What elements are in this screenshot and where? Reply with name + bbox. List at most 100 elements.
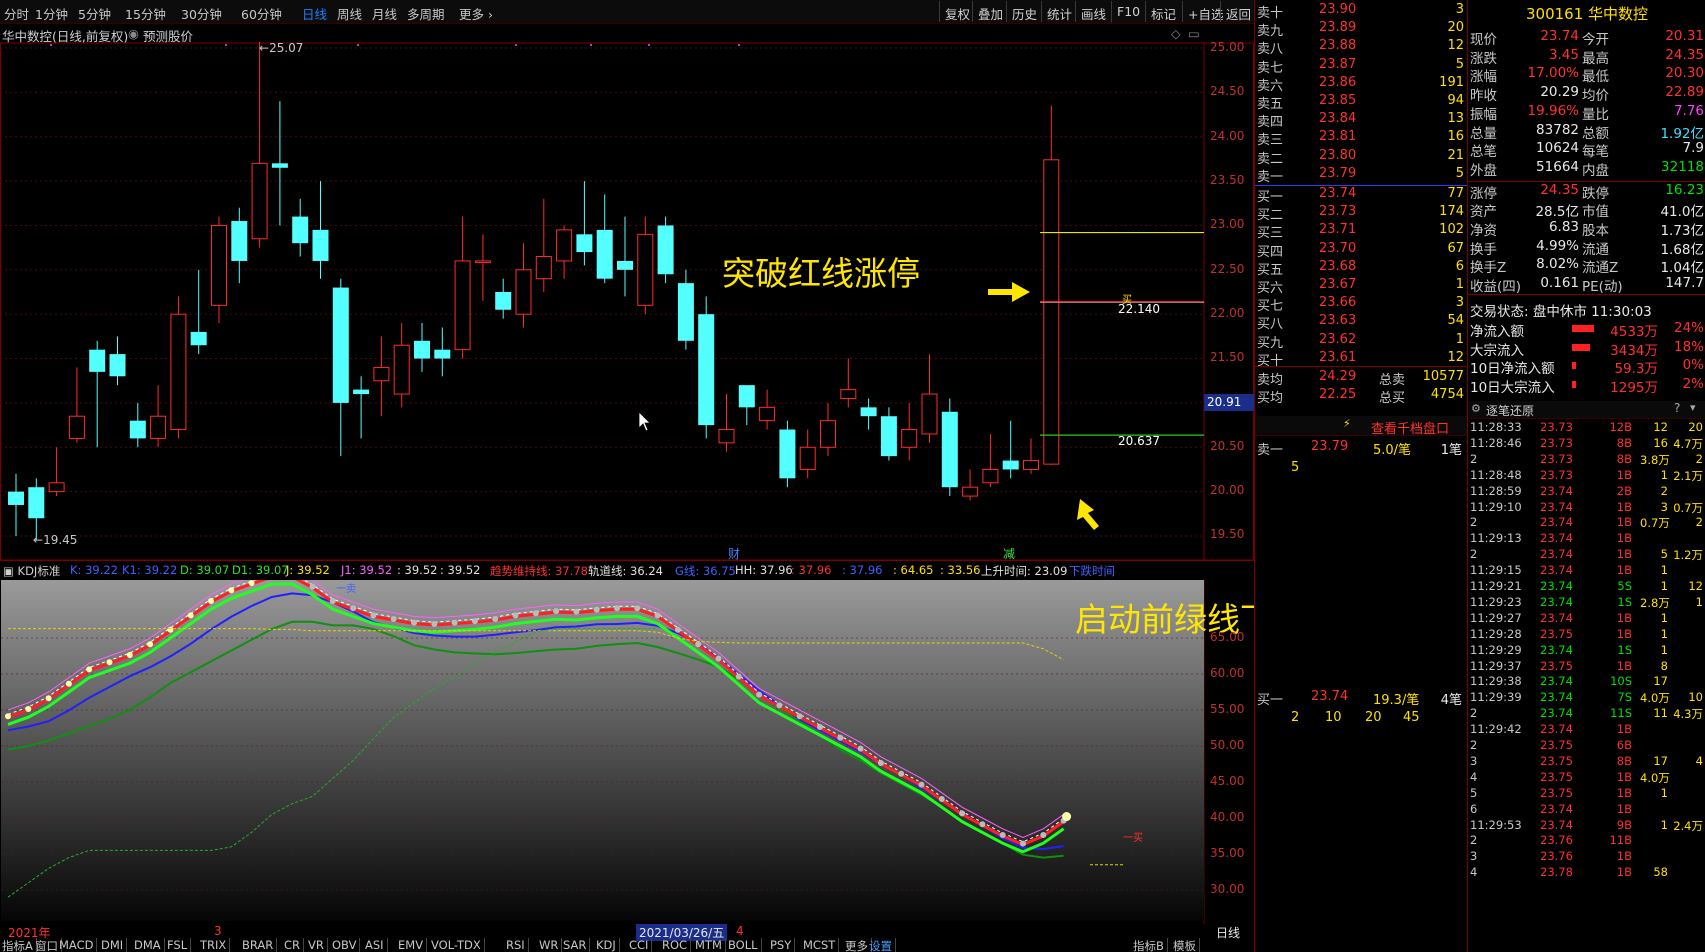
info-row: 资产 28.5亿 市值 41.0亿 [1470,204,1704,221]
order-book: 卖十 23.90 3 卖九 23.89 20 卖八 23.88 12 卖七 23.87 5 卖六 23.8… [1254,0,1468,416]
tick-row[interactable]: 2 23.74 1B 5 1.2万 [1468,547,1705,563]
tick-list[interactable]: ⚙ 逐笔还原 ? ▾ 11:28:33 23.73 12B 12 20 11:28:46 2… [1467,401,1705,952]
indicator-tab-22[interactable]: BOLL [728,938,762,952]
tick-row[interactable]: 11:29:28 23.75 1B 1 [1468,627,1705,643]
indicator-tab-3[interactable]: MACD [59,938,98,952]
indicator-tab-14[interactable]: VOL-TDX [431,938,485,952]
indicator-tab-1[interactable]: 指标A [2,938,37,952]
kdj-dot [106,659,113,666]
buy-row: 买一 23.74 77 [1257,186,1464,205]
tick-row[interactable]: 11:29:13 23.74 1B [1468,531,1705,547]
tick-row[interactable]: 4 23.78 1B 58 [1468,865,1705,881]
info-row: 现价 23.74 今开 20.31 [1470,28,1704,48]
avg-buy-row: 买均 22.25 总买 4754 [1257,387,1464,406]
tick-row[interactable]: 6 23.74 1B [1468,802,1705,818]
tick-row[interactable]: 3 23.75 8B 17 4 [1468,754,1705,770]
tab-template[interactable]: 模板 [1173,938,1200,952]
kdj-dot [5,713,11,720]
tick-row[interactable]: 11:28:48 23.73 1B 1 2.1万 [1468,468,1705,484]
indicator-tab-21[interactable]: MTM [695,938,726,952]
candle-up [211,224,227,306]
sell-row: 卖五 23.85 94 [1257,93,1464,112]
indicator-tab-13[interactable]: EMV [398,938,428,952]
tick-row[interactable]: 11:29:42 23.74 1B [1468,722,1705,738]
indicator-tab-7[interactable]: TRIX [200,938,231,952]
indicator-tab-19[interactable]: CCI [629,938,653,952]
tick-row[interactable]: 11:29:15 23.74 1B 1 [1468,563,1705,579]
tick-row[interactable]: 5 23.75 1B 1 [1468,786,1705,802]
kdj-legend-item: : 37.96 [791,563,832,577]
reduce-marker[interactable]: 减 [1003,545,1015,562]
indicator-tab-17[interactable]: SAR [563,938,591,952]
tick-row[interactable]: 11:29:37 23.75 1B 8 [1468,659,1705,675]
candle-up [1023,460,1039,470]
indicator-tab-18[interactable]: KDJ [596,938,620,952]
candle-up [982,468,999,484]
kdj-legend-item: J1: 39.52 [341,563,393,577]
finance-marker[interactable]: 财 [728,545,740,562]
tick-row[interactable]: 3 23.76 1B [1468,849,1705,865]
indicator-tab-9[interactable]: CR [284,938,305,952]
tick-row[interactable]: 11:29:10 23.74 1B 3 0.7万 [1468,500,1705,516]
indicator-tab-4[interactable]: DMI [101,938,128,952]
tick-row[interactable]: 4 23.75 1B 4.0万 [1468,770,1705,786]
indicator-tab-2[interactable]: 窗口 [35,938,62,952]
info-row: 涨幅 17.00% 最低 20.30 [1470,65,1704,86]
candle-up [48,482,65,493]
tick-row[interactable]: 11:29:39 23.74 7S 4.0万 10 [1468,690,1705,706]
tick-row[interactable]: 11:29:23 23.74 1S 2.8万 1 [1468,595,1705,611]
indicator-tab-5[interactable]: DMA [134,938,165,952]
buy1-detail-row: 买一 23.74 19.3/笔 4笔 [1257,689,1462,708]
kdj-dot [228,587,235,594]
tick-row[interactable]: 2 23.74 1B 0.7万 2 [1468,515,1705,531]
buy-row: 买七 23.66 3 [1257,295,1464,315]
kdj-name[interactable]: ▣ KDJ标准 [3,563,60,579]
tick-row[interactable]: 11:29:53 23.74 9B 1 2.4万 [1468,818,1705,834]
indicator-tab-12[interactable]: ASI [365,938,388,952]
kdj-dot [309,583,316,590]
tab-indicator-b[interactable]: 指标B [1133,938,1168,952]
candle-up [901,429,918,448]
price-tick: 24.00 [1210,128,1245,143]
tick-row[interactable]: 2 23.74 11S 11 4.3万 [1468,706,1705,722]
kdj-dot [857,745,864,752]
info-divider [1468,294,1705,295]
tick-row[interactable]: 2 23.73 8B 3.8万 2 [1468,452,1705,468]
indicator-tab-8[interactable]: BRAR [242,938,278,952]
info-row: 收益(四) 0.161 PE(动) 147.7 [1470,275,1704,296]
candle-down [28,487,45,519]
tick-row[interactable]: 11:28:46 23.73 8B 16 4.7万 [1468,436,1705,452]
mouse-cursor-icon [638,411,651,432]
tick-row[interactable]: 11:28:59 23.74 2B 2 [1468,484,1705,500]
indicator-tab-6[interactable]: FSL [167,938,192,952]
kdj-dot [126,652,133,658]
tick-row[interactable]: 11:28:33 23.73 12B 12 20 [1468,420,1705,436]
indicator-tab-11[interactable]: OBV [332,938,361,952]
kdj-tick: 55.00 [1210,702,1245,716]
indicator-tab-26[interactable]: 设置 [869,938,896,952]
chevron-down-icon[interactable]: ▾ [1690,401,1696,414]
tick-row[interactable]: 2 23.75 6B [1468,738,1705,754]
indicator-tab-16[interactable]: WR [539,938,563,952]
sell1-detail-row: 卖一 23.79 5.0/笔 1笔 [1257,439,1462,458]
kline-chart[interactable] [0,0,1254,924]
tick-row[interactable]: 11:29:27 23.74 1B 1 [1468,611,1705,627]
detail-link[interactable]: 查看千档盘口 [1371,418,1449,437]
indicator-tab-25[interactable]: 更多 [845,938,872,952]
indicator-tab-15[interactable]: RSI [506,938,529,952]
tick-row[interactable]: 11:29:29 23.74 1S 1 [1468,643,1705,659]
candle-down [89,349,106,372]
indicator-tab-23[interactable]: PSY [770,938,796,952]
tick-row[interactable]: 11:29:38 23.74 10S 17 [1468,674,1705,690]
indicator-tab-20[interactable]: ROC [662,938,692,952]
kdj-dot [735,673,742,680]
help-icon[interactable]: ? [1674,401,1680,415]
tick-row[interactable]: 11:29:21 23.74 5S 1 12 [1468,579,1705,595]
high-marker: ←25.07 [259,41,304,55]
indicator-tab-24[interactable]: MCST [803,938,840,952]
tick-row[interactable]: 2 23.76 11B [1468,833,1705,849]
buy-row: 买二 23.73 174 [1257,204,1464,224]
kdj-dot [674,626,681,633]
settings-icon[interactable]: ⚙ [1471,402,1481,415]
indicator-tab-10[interactable]: VR [308,938,328,952]
